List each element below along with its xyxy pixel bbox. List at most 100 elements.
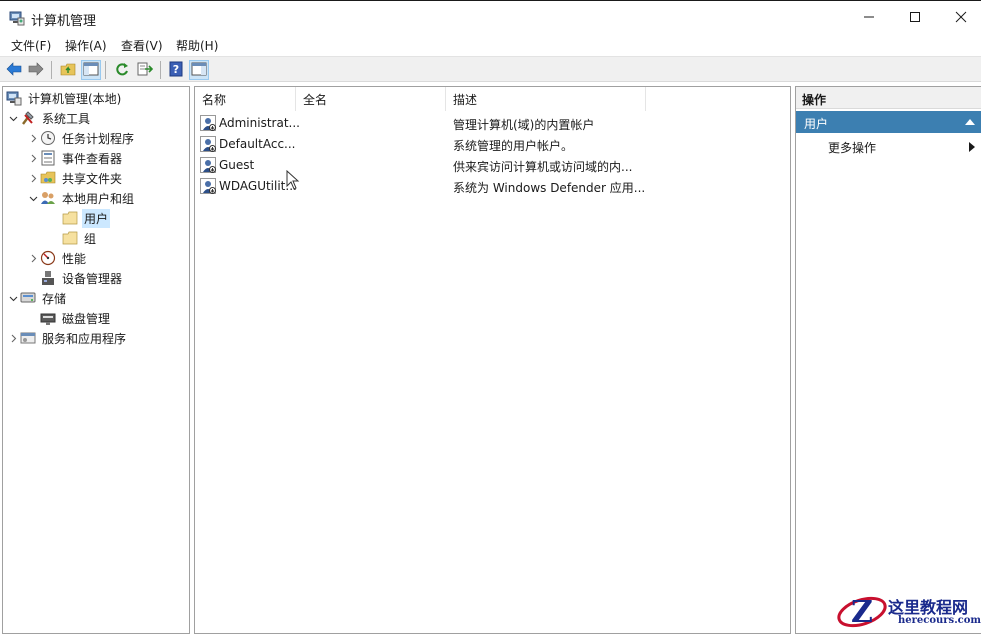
show-hide-action-pane-button[interactable] [189,60,209,80]
collapse-arrow-icon[interactable] [965,119,975,125]
column-header-description[interactable]: 描述 [446,87,646,111]
mouse-cursor-icon [286,169,300,190]
tree-item-users[interactable]: 用户 [49,208,111,228]
actions-group-users[interactable]: 用户 [796,111,981,133]
tree-item-label: 服务和应用程序 [42,331,127,346]
column-header-fullname[interactable]: 全名 [296,87,446,111]
more-actions-item[interactable]: 更多操作 [828,139,876,156]
chevron-down-icon[interactable] [7,294,19,303]
tree-item-shared-folders[interactable]: 共享文件夹 [27,168,124,188]
up-folder-icon [60,62,76,79]
show-hide-tree-icon [83,62,99,79]
user-disabled-icon [200,178,216,194]
menu-file[interactable]: 文件(F) [9,37,53,54]
tree-item-label: 磁盘管理 [62,311,111,326]
menu-action[interactable]: 操作(A) [63,37,109,54]
tree-item-system-tools[interactable]: 系统工具 [7,108,92,128]
tree-item-disk-management[interactable]: 磁盘管理 [27,308,112,328]
services-apps-icon [19,330,37,346]
user-name: Administrat... [219,116,299,130]
table-row[interactable]: WDAGUtilit... 系统为 Windows Defender 应用... [195,176,790,197]
toolbar-separator [51,61,52,79]
computer-management-icon [9,10,25,26]
chevron-right-icon[interactable] [27,154,39,163]
window-title: 计算机管理 [31,14,97,29]
event-viewer-icon [39,150,57,166]
tree-item-groups[interactable]: 组 [49,228,98,248]
tree-item-computer-management[interactable]: 计算机管理(本地) [5,88,123,108]
tree-item-services-apps[interactable]: 服务和应用程序 [7,328,128,348]
column-header-name[interactable]: 名称 [195,87,296,111]
back-arrow-icon [6,61,22,79]
chevron-right-icon[interactable] [27,254,39,263]
help-button[interactable]: ? [166,60,186,80]
users-list-view[interactable]: 名称 全名 描述 Administrat... 管理计算机(域)的内置帐户 De… [194,86,791,634]
tree-item-label: 本地用户和组 [62,191,135,206]
show-hide-action-pane-icon [191,62,207,79]
tree-item-label: 组 [84,231,97,246]
toolbar-separator [105,61,106,79]
table-row[interactable]: Administrat... 管理计算机(域)的内置帐户 [195,113,790,134]
chevron-right-icon[interactable] [27,174,39,183]
tree-item-storage[interactable]: 存储 [7,288,68,308]
table-row[interactable]: Guest 供来宾访问计算机或访问域的内... [195,155,790,176]
menu-help[interactable]: 帮助(H) [174,37,220,54]
chevron-down-icon[interactable] [7,114,19,123]
watermark-logo: Z 这里教程网 herecours.com [834,590,981,634]
tree-item-label: 计算机管理(本地) [28,91,122,106]
system-tools-icon [19,110,37,126]
tree-item-label: 存储 [42,291,67,306]
toolbar-separator [160,61,161,79]
submenu-arrow-icon[interactable] [969,142,975,152]
tree-item-performance[interactable]: 性能 [27,248,88,268]
menu-view[interactable]: 查看(V) [119,37,165,54]
user-description: 供来宾访问计算机或访问域的内... [453,160,633,174]
show-hide-tree-button[interactable] [81,60,101,80]
disk-management-icon [39,310,57,326]
tree-item-label: 系统工具 [42,111,91,126]
actions-pane: 操作 用户 更多操作 [795,86,981,634]
clock-icon [39,130,57,146]
forward-button[interactable] [26,60,46,80]
close-button[interactable] [938,1,981,33]
chevron-right-icon[interactable] [7,334,19,343]
chevron-right-icon[interactable] [27,134,39,143]
watermark-url: herecours.com [898,615,981,626]
folder-icon [61,210,79,226]
tree-item-label: 事件查看器 [62,151,123,166]
shared-folder-icon [39,170,57,186]
tree-item-device-manager[interactable]: 设备管理器 [27,268,124,288]
tree-item-local-users-groups[interactable]: 本地用户和组 [27,188,136,208]
user-description: 系统管理的用户帐户。 [453,139,574,153]
folder-icon [61,230,79,246]
maximize-button[interactable] [892,1,938,33]
up-one-level-button[interactable] [58,60,78,80]
table-row[interactable]: DefaultAcc... 系统管理的用户帐户。 [195,134,790,155]
title-bar: 计算机管理 [0,0,981,34]
back-button[interactable] [4,60,24,80]
user-name: DefaultAcc... [219,137,296,151]
tree-item-task-scheduler[interactable]: 任务计划程序 [27,128,136,148]
refresh-button[interactable] [112,60,132,80]
chevron-down-icon[interactable] [27,194,39,203]
device-manager-icon [39,270,57,286]
actions-group-label: 用户 [804,117,829,131]
help-icon: ? [169,61,183,80]
user-description: 系统为 Windows Defender 应用... [453,181,646,195]
tree-item-label: 任务计划程序 [62,131,135,146]
tree-item-label: 用户 [82,208,111,228]
tree-item-label: 性能 [62,251,87,266]
user-disabled-icon [200,157,216,173]
users-groups-icon [39,190,57,206]
svg-text:Z: Z [851,595,873,630]
forward-arrow-icon [28,61,44,79]
console-tree[interactable]: 计算机管理(本地) 系统工具 任务计划程序 事件查看器 共享文件夹 本地用户和组… [2,86,190,634]
export-list-icon [137,62,154,79]
user-disabled-icon [200,115,216,131]
export-list-button[interactable] [135,60,155,80]
tree-item-label: 共享文件夹 [62,171,123,186]
tree-item-event-viewer[interactable]: 事件查看器 [27,148,124,168]
refresh-icon [114,62,130,79]
computer-management-icon [5,90,23,106]
minimize-button[interactable] [846,1,892,33]
